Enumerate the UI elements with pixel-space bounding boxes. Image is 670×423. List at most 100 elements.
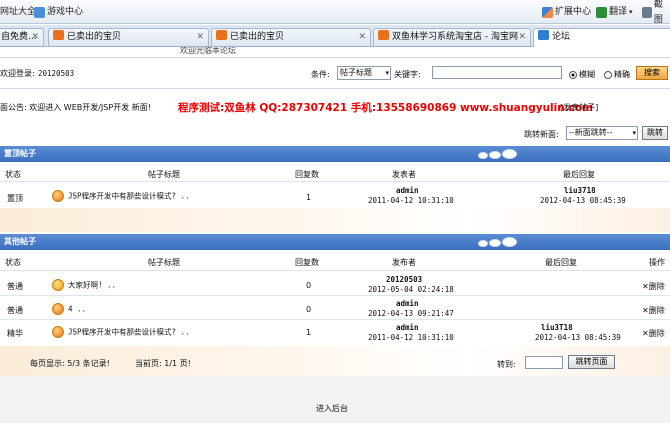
table-row-posted: 2012-05-04 02:24:18 (368, 285, 454, 294)
screenshot-label: 截图 (653, 0, 663, 25)
translate-button[interactable]: 翻译 ▾ (596, 5, 633, 20)
sites-nav-link[interactable]: 网址大全 (0, 5, 36, 20)
top-row-last-time: 2012-04-13 08:45:39 (540, 196, 626, 205)
col-author: 发布者 (392, 258, 416, 267)
condition-select-value: 帖子标题 (340, 68, 372, 77)
radio-exact[interactable]: 精确 (604, 69, 630, 80)
col-last-reply: 最后回复 (545, 258, 577, 267)
jump-button[interactable]: 跳转 (642, 126, 668, 140)
table-row-last-user[interactable]: liu3T18 (541, 323, 573, 332)
keyword-input[interactable] (432, 66, 562, 79)
extensions-button[interactable]: 扩展中心 (542, 5, 591, 20)
other-posts-title: 其他帖子 (4, 237, 36, 246)
table-row-posted: 2012-04-13 09:21:47 (368, 309, 454, 318)
radio-exact-label: 精确 (614, 70, 630, 79)
tab-3[interactable]: 已卖出的宝贝 ✕ (211, 28, 371, 46)
tab-forum-active[interactable]: 论坛 (533, 28, 670, 47)
tab-bar: 自免费... ✕ 已卖出的宝贝 ✕ 已卖出的宝贝 ✕ 双鱼林学习系统淘宝店 - 淘宝网… (0, 25, 670, 47)
taobao-icon (378, 30, 389, 40)
table-row-replies: 0 (306, 305, 312, 314)
delete-label: 删除 (648, 306, 665, 315)
tab-4[interactable]: 双鱼林学习系统淘宝店 - 淘宝网 ✕ (373, 28, 531, 46)
goto-label: 转到: (497, 360, 516, 369)
radio-fuzzy[interactable]: 模糊 (569, 69, 595, 80)
jump-select[interactable]: --新面跳转-- ▾ (566, 126, 638, 140)
close-icon[interactable]: ✕ (31, 29, 39, 45)
game-center-link[interactable]: 游戏中心 (34, 5, 83, 20)
emoticon-icon (52, 326, 64, 338)
delete-label: 删除 (648, 329, 665, 338)
extension-icon (542, 7, 553, 18)
table-row-title-text: JSP程序开发中有那些设计模式? .. (68, 327, 190, 337)
radio-unchecked-icon (604, 70, 612, 79)
top-row-author[interactable]: admin (396, 186, 419, 195)
top-row-status: 置顶 (7, 194, 23, 203)
game-center-label: 游戏中心 (47, 7, 84, 17)
tab-label: 已卖出的宝贝 (230, 32, 285, 42)
welcome-login-label: 欢迎登录: (0, 69, 35, 78)
section-spacer (0, 208, 670, 232)
per-page-text: 每页显示: 5/3 条记录! (30, 359, 110, 368)
username-text: 20120503 (38, 69, 75, 78)
radio-fuzzy-label: 模糊 (579, 70, 595, 79)
admin-link[interactable]: 进入后台 (316, 403, 348, 414)
goto-page-input[interactable] (525, 356, 563, 369)
top-row-last-user[interactable]: liu3718 (564, 186, 596, 195)
taobao-icon (216, 30, 227, 40)
jump-label: 跳转新面: (524, 130, 559, 139)
close-icon[interactable]: ✕ (196, 29, 204, 45)
emoticon-icon (52, 303, 64, 315)
scissors-icon (642, 7, 652, 18)
post-new-link[interactable]: [发表帖子] (560, 102, 598, 113)
search-button[interactable]: 搜索 (636, 66, 668, 80)
close-icon[interactable]: ✕ (518, 29, 526, 45)
condition-label: 条件: (311, 70, 330, 79)
table-row-author[interactable]: 20120503 (386, 275, 422, 284)
col-title: 帖子标题 (148, 170, 180, 179)
notice-text: 面公告: 欢迎进入 WEB开发/JSP开发 新面! (0, 103, 151, 112)
tab-label: 双鱼林学习系统淘宝店 - 淘宝网 (392, 32, 518, 42)
table-row-status: 精华 (7, 329, 23, 338)
table-row-status: 普通 (7, 306, 23, 315)
table-row-last-time: 2012-04-13 08:45:39 (535, 333, 621, 342)
gamepad-icon (34, 7, 45, 18)
radio-checked-icon (569, 70, 577, 79)
tab-1[interactable]: 自免费... ✕ (0, 28, 44, 46)
top-row-title[interactable]: JSP程序开发中有那些设计模式? .. (52, 190, 190, 202)
table-row-author[interactable]: admin (396, 323, 419, 332)
sites-nav-label: 网址大全 (0, 7, 37, 17)
taobao-icon (53, 30, 64, 40)
col-replies: 回复数 (295, 258, 319, 267)
col-replies: 回复数 (295, 170, 319, 179)
delete-link[interactable]: ✕删除 (642, 328, 665, 339)
col-action: 操作 (649, 258, 665, 267)
top-row-posted: 2011-04-12 10:31:10 (368, 196, 454, 205)
close-icon: ✕ (642, 329, 649, 338)
table-row-title-text: 4 .. (68, 304, 87, 314)
top-posts-title: 置顶帖子 (4, 149, 36, 158)
condition-select[interactable]: 帖子标题 ▾ (337, 66, 391, 80)
table-row-title[interactable]: JSP程序开发中有那些设计模式? .. (52, 326, 190, 338)
close-icon[interactable]: ✕ (358, 29, 366, 45)
chevron-down-icon: ▾ (632, 129, 636, 137)
jump-select-value: --新面跳转-- (569, 128, 613, 137)
delete-link[interactable]: ✕删除 (642, 305, 665, 316)
extensions-label: 扩展中心 (555, 7, 592, 17)
table-row-status: 普通 (7, 282, 23, 291)
table-row-title[interactable]: 大家好啊! .. (52, 279, 116, 291)
table-row-title[interactable]: 4 .. (52, 303, 86, 315)
page-icon (538, 30, 549, 40)
close-icon: ✕ (642, 306, 649, 315)
chevron-down-icon: ▾ (629, 8, 633, 16)
close-icon: ✕ (642, 282, 649, 291)
top-posts-header: 置顶帖子 (0, 146, 670, 162)
goto-page-button[interactable]: 跳转页面 (568, 355, 615, 369)
delete-link[interactable]: ✕删除 (642, 281, 665, 292)
top-row-title-text: JSP程序开发中有那些设计模式? .. (68, 191, 190, 201)
tab-2[interactable]: 已卖出的宝贝 ✕ (48, 28, 209, 46)
table-row-author[interactable]: admin (396, 299, 419, 308)
col-status: 状态 (5, 170, 21, 179)
bubbles-icon (478, 237, 518, 247)
translate-icon (596, 7, 607, 18)
screenshot-button[interactable]: 截图 (642, 0, 670, 25)
